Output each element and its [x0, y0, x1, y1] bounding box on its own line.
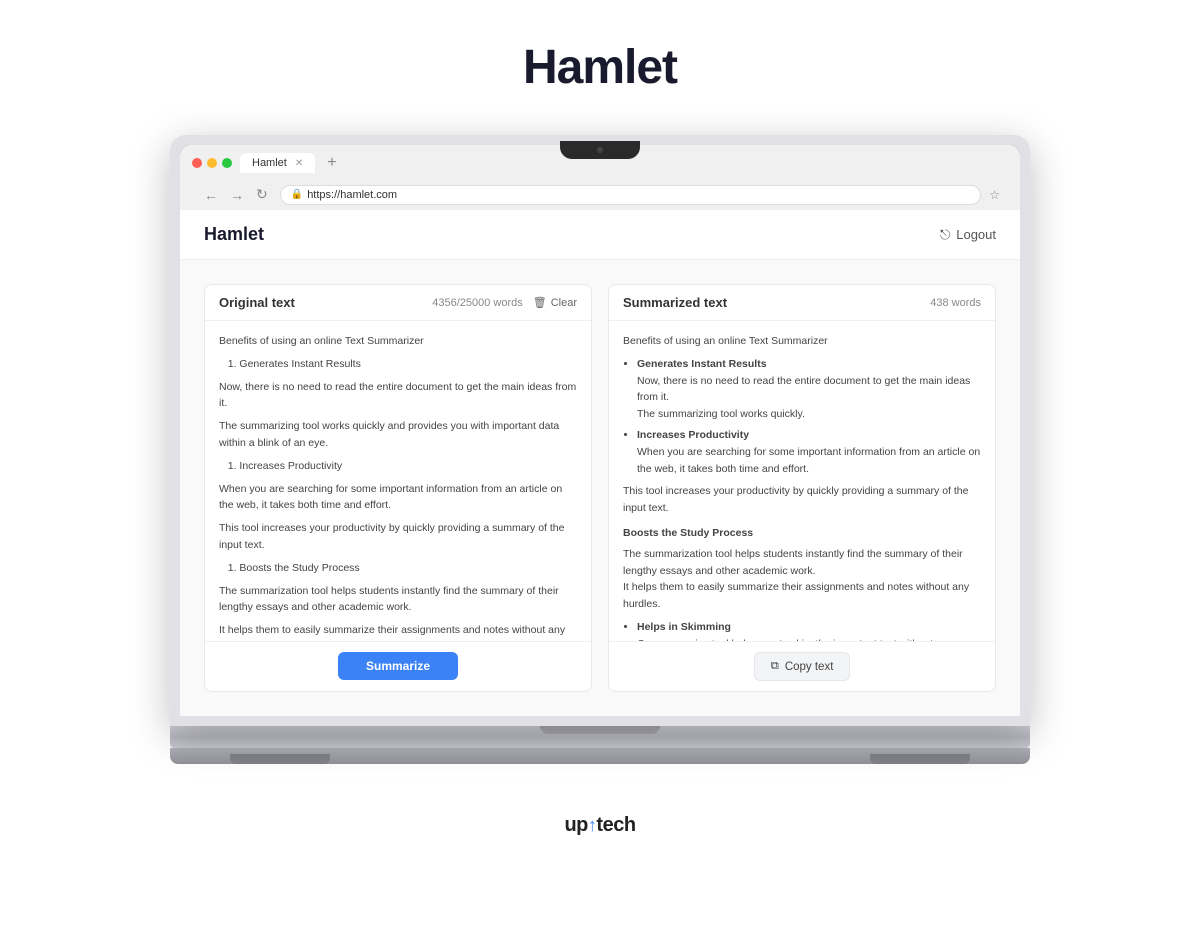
- bottom-brand: up↑tech: [564, 814, 635, 837]
- browser-content: Hamlet ⎋ Logout Original text 4356/25000…: [180, 210, 1020, 716]
- uptech-arrow-icon: ↑: [588, 815, 597, 836]
- uptech-logo-text: up↑tech: [564, 814, 635, 837]
- app-logo: Hamlet: [204, 224, 264, 245]
- lock-icon: 🔒: [291, 189, 303, 200]
- original-text-line: When you are searching for some importan…: [219, 481, 577, 515]
- app-header: Hamlet ⎋ Logout: [180, 210, 1020, 260]
- address-bar[interactable]: 🔒 https://hamlet.com: [280, 185, 982, 205]
- logout-icon: ⎋: [940, 227, 950, 243]
- browser-tab-active[interactable]: Hamlet ✕: [240, 153, 315, 173]
- laptop-mockup: Hamlet ✕ + ← → ↻ 🔒 https://hamlet.com: [170, 135, 1030, 764]
- foot-rubber-right: [870, 754, 970, 764]
- copy-text-label: Copy text: [785, 661, 834, 673]
- original-text-line: 1. Generates Instant Results: [219, 356, 577, 373]
- original-text-line: This tool increases your productivity by…: [219, 520, 577, 554]
- new-tab-button[interactable]: +: [323, 154, 340, 172]
- summarized-panel-title: Summarized text: [623, 295, 727, 310]
- trash-icon: 🗑: [533, 296, 547, 309]
- laptop-hinge: [540, 726, 660, 734]
- traffic-light-green[interactable]: [222, 158, 232, 168]
- traffic-light-yellow[interactable]: [207, 158, 217, 168]
- original-text-line: 1. Increases Productivity: [219, 458, 577, 475]
- summarized-text-body: Benefits of using an online Text Summari…: [609, 321, 995, 641]
- traffic-light-red[interactable]: [192, 158, 202, 168]
- copy-icon: ⧉: [771, 660, 779, 673]
- original-panel-meta: 4356/25000 words 🗑 Clear: [432, 296, 577, 309]
- word-count: 4356/25000 words: [432, 297, 523, 309]
- original-panel-footer: Summarize: [205, 641, 591, 690]
- traffic-lights: [192, 158, 232, 168]
- original-text-line: The summarizing tool works quickly and p…: [219, 418, 577, 452]
- original-text-content: Benefits of using an online Text Summari…: [219, 333, 577, 350]
- summarize-button[interactable]: Summarize: [338, 652, 458, 680]
- laptop-screen-inner: Hamlet ✕ + ← → ↻ 🔒 https://hamlet.com: [180, 145, 1020, 716]
- summarized-list: Generates Instant Results Now, there is …: [623, 356, 981, 478]
- forward-button[interactable]: →: [226, 184, 248, 205]
- camera-dot: [597, 147, 603, 153]
- summarized-list-item: Generates Instant Results Now, there is …: [637, 356, 981, 423]
- summarized-panel-header: Summarized text 438 words: [609, 285, 995, 321]
- clear-button[interactable]: 🗑 Clear: [533, 296, 577, 309]
- camera-notch: [560, 141, 640, 159]
- reload-button[interactable]: ↻: [252, 184, 272, 205]
- summarized-section-heading: Boosts the Study Process: [623, 525, 981, 542]
- original-text-panel: Original text 4356/25000 words 🗑 Clear B…: [204, 284, 592, 692]
- copy-text-button[interactable]: ⧉ Copy text: [754, 652, 851, 681]
- summarized-word-count: 438 words: [930, 297, 981, 309]
- logout-label: Logout: [956, 227, 996, 242]
- page-title: Hamlet: [523, 40, 677, 95]
- tab-label: Hamlet: [252, 157, 287, 169]
- summarized-list-2: Helps in Skimming Our summarize tool hel…: [623, 619, 981, 641]
- original-text-line: The summarization tool helps students in…: [219, 583, 577, 617]
- original-text-line: Now, there is no need to read the entire…: [219, 379, 577, 413]
- laptop-foot: [170, 748, 1030, 764]
- clear-label: Clear: [551, 297, 577, 309]
- summarized-list-item: Increases Productivity When you are sear…: [637, 427, 981, 477]
- tab-close-icon[interactable]: ✕: [295, 158, 303, 169]
- original-panel-title: Original text: [219, 295, 295, 310]
- foot-rubber-left: [230, 754, 330, 764]
- original-panel-header: Original text 4356/25000 words 🗑 Clear: [205, 285, 591, 321]
- summarized-intro: Benefits of using an online Text Summari…: [623, 333, 981, 350]
- original-text-body[interactable]: Benefits of using an online Text Summari…: [205, 321, 591, 641]
- summarized-panel-footer: ⧉ Copy text: [609, 641, 995, 691]
- summarized-paragraph: The summarization tool helps students in…: [623, 546, 981, 613]
- summarized-paragraph: This tool increases your productivity by…: [623, 483, 981, 517]
- laptop-screen: Hamlet ✕ + ← → ↻ 🔒 https://hamlet.com: [170, 135, 1030, 726]
- laptop-base: [170, 726, 1030, 748]
- summarized-text-panel: Summarized text 438 words Benefits of us…: [608, 284, 996, 692]
- summarized-list-item: Helps in Skimming Our summarize tool hel…: [637, 619, 981, 641]
- app-main: Original text 4356/25000 words 🗑 Clear B…: [180, 260, 1020, 716]
- browser-address-bar: ← → ↻ 🔒 https://hamlet.com ☆: [192, 179, 1008, 210]
- original-text-line: It helps them to easily summarize their …: [219, 622, 577, 641]
- browser-nav-buttons: ← → ↻: [200, 184, 272, 205]
- logout-button[interactable]: ⎋ Logout: [940, 227, 996, 243]
- back-button[interactable]: ←: [200, 184, 222, 205]
- bookmark-button[interactable]: ☆: [989, 188, 1000, 202]
- original-text-line: 1. Boosts the Study Process: [219, 560, 577, 577]
- url-text: https://hamlet.com: [307, 189, 397, 201]
